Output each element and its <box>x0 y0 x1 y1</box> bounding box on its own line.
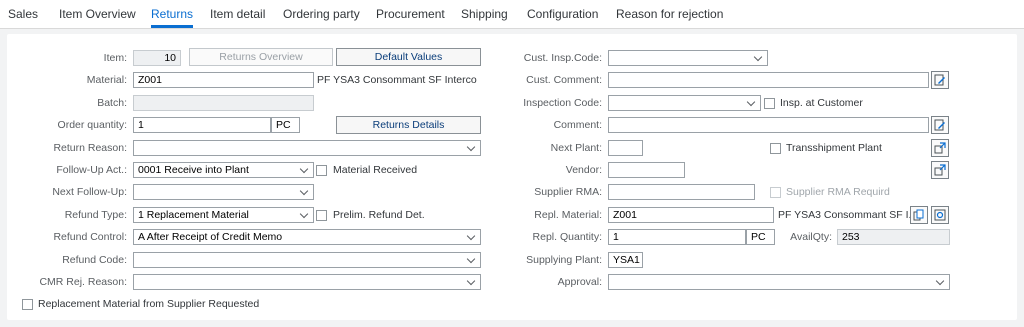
order-quantity-label: Order quantity: <box>57 119 127 131</box>
next-plant-field[interactable] <box>608 140 643 156</box>
next-follow-up-label: Next Follow-Up: <box>52 186 127 198</box>
repl-material-description: PF YSA3 Consommant SF I... <box>778 209 918 221</box>
refund-type-label: Refund Type: <box>64 209 127 221</box>
repl-material-label: Repl. Material: <box>534 209 602 221</box>
cust-insp-code-label: Cust. Insp.Code: <box>523 52 602 64</box>
follow-up-act-dropdown[interactable]: 0001 Receive into Plant <box>133 162 314 178</box>
tab-shipping[interactable]: Shipping <box>461 0 508 28</box>
edit-comment-icon[interactable] <box>931 116 949 134</box>
insp-at-customer-label: Insp. at Customer <box>780 97 863 109</box>
comment-field[interactable] <box>608 117 929 133</box>
return-reason-dropdown[interactable] <box>133 140 481 156</box>
tab-reason-for-rejection[interactable]: Reason for rejection <box>616 0 723 28</box>
tab-sales[interactable]: Sales <box>8 0 38 28</box>
transshipment-plant-checkbox[interactable] <box>770 143 781 154</box>
item-field: 10 <box>133 50 181 66</box>
follow-up-act-label: Follow-Up Act.: <box>56 164 127 176</box>
tab-strip: Sales Item Overview Returns Item detail … <box>0 0 1024 29</box>
comment-label: Comment: <box>553 119 602 131</box>
batch-field <box>133 95 314 111</box>
edit-cust-comment-icon[interactable] <box>931 71 949 89</box>
prelim-refund-det-label: Prelim. Refund Det. <box>333 209 425 221</box>
tab-ordering-party[interactable]: Ordering party <box>283 0 360 28</box>
order-quantity-unit[interactable]: PC <box>271 117 300 133</box>
return-reason-label: Return Reason: <box>53 142 127 154</box>
material-settings-icon[interactable] <box>931 206 949 224</box>
supplier-rma-required-checkbox[interactable] <box>770 187 781 198</box>
default-values-button[interactable]: Default Values <box>336 48 481 66</box>
supplier-rma-required-label: Supplier RMA Requird <box>786 186 890 198</box>
cust-insp-code-dropdown[interactable] <box>608 50 768 66</box>
open-vendor-icon[interactable] <box>931 161 949 179</box>
returns-overview-button[interactable]: Returns Overview <box>189 48 333 66</box>
order-quantity-field[interactable]: 1 <box>133 117 271 133</box>
repl-material-field[interactable]: Z001 <box>608 207 774 223</box>
avail-qty-field: 253 <box>837 229 950 245</box>
material-received-label: Material Received <box>333 164 418 176</box>
open-next-plant-icon[interactable] <box>931 139 949 157</box>
tab-procurement[interactable]: Procurement <box>376 0 445 28</box>
returns-details-button[interactable]: Returns Details <box>336 116 481 134</box>
refund-code-dropdown[interactable] <box>133 252 481 268</box>
cust-comment-field[interactable] <box>608 72 929 88</box>
replacement-from-supplier-label: Replacement Material from Supplier Reque… <box>38 298 260 310</box>
material-label: Material: <box>86 74 127 86</box>
next-follow-up-dropdown[interactable] <box>133 184 314 200</box>
vendor-field[interactable] <box>608 162 685 178</box>
cmr-rej-reason-dropdown[interactable] <box>133 274 481 290</box>
cust-comment-label: Cust. Comment: <box>526 74 602 86</box>
supplying-plant-label: Supplying Plant: <box>526 254 602 266</box>
supplying-plant-field[interactable]: YSA1 <box>608 252 643 268</box>
tab-item-detail[interactable]: Item detail <box>210 0 265 28</box>
approval-dropdown[interactable] <box>608 274 950 290</box>
material-description: PF YSA3 Consommant SF Interco <box>317 74 477 86</box>
tab-returns[interactable]: Returns <box>151 0 194 28</box>
vendor-label: Vendor: <box>565 164 602 176</box>
material-received-checkbox[interactable] <box>316 165 327 176</box>
item-label: Item: <box>103 52 127 64</box>
supplier-rma-label: Supplier RMA: <box>534 186 602 198</box>
tab-configuration[interactable]: Configuration <box>527 0 598 28</box>
tab-item-overview[interactable]: Item Overview <box>59 0 136 28</box>
prelim-refund-det-checkbox[interactable] <box>316 210 327 221</box>
repl-quantity-label: Repl. Quantity: <box>532 231 602 243</box>
cmr-rej-reason-label: CMR Rej. Reason: <box>39 276 127 288</box>
replacement-from-supplier-checkbox[interactable] <box>22 299 33 310</box>
transshipment-plant-label: Transshipment Plant <box>786 142 882 154</box>
next-plant-label: Next Plant: <box>550 142 602 154</box>
inspection-code-dropdown[interactable] <box>608 95 761 111</box>
repl-quantity-unit[interactable]: PC <box>746 229 775 245</box>
repl-quantity-field[interactable]: 1 <box>608 229 746 245</box>
approval-label: Approval: <box>557 276 602 288</box>
insp-at-customer-checkbox[interactable] <box>764 98 775 109</box>
refund-code-label: Refund Code: <box>62 254 127 266</box>
material-field[interactable]: Z001 <box>133 72 314 88</box>
inspection-code-label: Inspection Code: <box>523 97 602 109</box>
refund-control-label: Refund Control: <box>53 231 127 243</box>
avail-qty-label: AvailQty: <box>790 231 832 243</box>
refund-type-dropdown[interactable]: 1 Replacement Material <box>133 207 314 223</box>
copy-material-icon[interactable] <box>910 206 928 224</box>
refund-control-dropdown[interactable]: A After Receipt of Credit Memo <box>133 229 481 245</box>
supplier-rma-field[interactable] <box>608 184 755 200</box>
batch-label: Batch: <box>97 97 127 109</box>
